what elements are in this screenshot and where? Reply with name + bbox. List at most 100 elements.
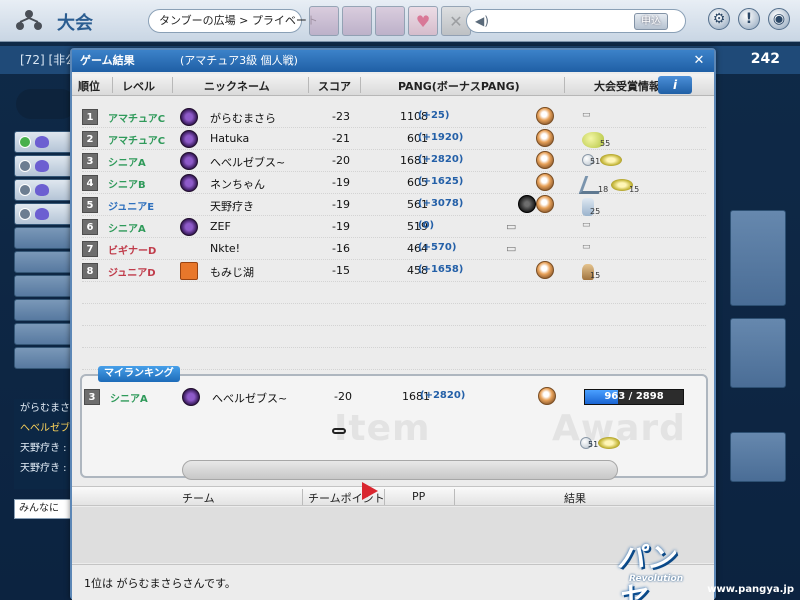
award-info[interactable]: 51 xyxy=(582,154,623,166)
settings-icon[interactable]: ⚙ xyxy=(708,8,730,30)
top-bar: 大会 タンブーの広場 > プライベート ♥ ✕ ◀) 申込 ⚙ ! ◉ xyxy=(0,0,800,42)
award-info[interactable]: ▭ xyxy=(582,242,591,252)
award-info[interactable]: 25 xyxy=(582,198,600,216)
alert-icon[interactable]: ! xyxy=(738,8,760,30)
status-icon xyxy=(19,136,31,148)
no-award-icon: ▭ xyxy=(582,110,591,120)
player-slot[interactable] xyxy=(14,155,74,177)
ring-icon xyxy=(600,154,623,166)
level-label: アマチュアC xyxy=(108,136,166,147)
result-table-header: 順位 レベル ニックネーム スコア PANG(ボーナスPANG) 大会受賞情報 … xyxy=(72,74,714,96)
mascot-icon xyxy=(536,261,554,279)
col-result: 結果 xyxy=(564,492,586,505)
bonus-pang: (+1920) xyxy=(418,132,464,143)
score: -15 xyxy=(332,264,350,277)
col-team: チーム xyxy=(182,492,215,505)
table-row[interactable]: 3 シニアA へべルゼブス~ -20 1681 (+2820) 51 xyxy=(82,150,706,172)
score: -19 xyxy=(332,220,350,233)
bonus-pang: (+3078) xyxy=(418,198,464,209)
player-slot[interactable] xyxy=(14,251,74,273)
nickname: がらむまさら xyxy=(210,112,276,125)
tournament-icon[interactable] xyxy=(14,9,44,33)
nickname: へべルゼブス~ xyxy=(212,392,288,405)
logo-subtext: Revolution xyxy=(629,574,684,584)
bonus-pang: (+2820) xyxy=(420,390,466,401)
table-row[interactable]: 6 シニアA ZEF -19 519 (0) ▭ ▭ xyxy=(82,216,706,238)
avatar[interactable] xyxy=(309,6,339,36)
player-slot[interactable] xyxy=(14,179,74,201)
table-row[interactable]: 1 アマチュアC がらむまさら -23 1108 (+25) ▭ xyxy=(82,106,706,128)
award-item[interactable]: 51 xyxy=(580,436,621,449)
rank-badge: 3 xyxy=(84,389,100,405)
award-count: 15 xyxy=(629,185,640,194)
player-slot[interactable] xyxy=(14,299,74,321)
rank-badge: 6 xyxy=(82,219,98,235)
status-icon xyxy=(19,160,31,172)
game-result-dialog: ゲーム結果 (アマチュア3級 個人戦) ✕ 順位 レベル ニックネーム スコア … xyxy=(70,48,716,600)
bonus-pang: (+1658) xyxy=(418,264,464,275)
player-slot[interactable] xyxy=(14,275,74,297)
guild-emblem-icon xyxy=(180,174,198,192)
table-row[interactable]: 4 シニアB ネンちゃん -19 605 (+1625) 18 15 xyxy=(82,172,706,194)
info-button[interactable]: i xyxy=(658,76,692,94)
item-section-label: Item xyxy=(334,408,431,449)
bonus-pang: (+25) xyxy=(418,110,450,121)
award-info[interactable]: ▭ xyxy=(582,110,591,120)
rank-badge: 2 xyxy=(82,131,98,147)
table-row[interactable]: 8 ジュニアD もみじ湖 -15 458 (+1658) 15 xyxy=(82,260,706,282)
level-label: シニアA xyxy=(108,158,146,169)
award-count: 25 xyxy=(590,207,601,216)
player-slot[interactable] xyxy=(14,227,74,249)
table-row[interactable]: 5 ジュニアE 天野疗き -19 561 (+3078) 25 xyxy=(82,194,706,216)
speaker-icon: ◀) xyxy=(475,14,489,28)
team-table-header: チーム チームポイント PP 結果 xyxy=(72,486,714,506)
award-info[interactable]: 18 15 xyxy=(578,176,640,194)
player-slot[interactable] xyxy=(14,203,74,225)
avatar[interactable] xyxy=(375,6,405,36)
score: -20 xyxy=(334,390,352,403)
player-icon xyxy=(35,160,49,172)
award-count: 51 xyxy=(588,440,599,449)
level-label: シニアA xyxy=(108,224,146,235)
status-icon xyxy=(19,208,31,220)
bonus-pang: (+2820) xyxy=(418,154,464,165)
chat-line: へべルゼブ xyxy=(20,423,70,434)
col-level: レベル xyxy=(122,80,155,93)
empty-row xyxy=(82,282,706,304)
options-icon[interactable]: ◉ xyxy=(768,8,790,30)
level-label: ビギナーD xyxy=(108,246,157,257)
lobby-panel xyxy=(730,210,786,306)
my-ranking-row: 3 シニアA へべルゼブス~ -20 1681 (+2820) 963 / 28… xyxy=(82,386,706,408)
lobby-title: 大会 xyxy=(57,13,93,34)
level-label: シニアA xyxy=(110,394,148,405)
table-row[interactable]: 2 アマチュアC Hatuka -21 601 (+1920) 55 xyxy=(82,128,706,150)
score: -21 xyxy=(332,132,350,145)
apply-button[interactable]: 申込 xyxy=(634,13,668,30)
horizontal-scrollbar[interactable] xyxy=(182,460,618,480)
empty-mascot-icon: ▭ xyxy=(506,242,517,255)
award-info[interactable]: 15 xyxy=(582,264,600,280)
player-icon xyxy=(35,184,49,196)
status-icon xyxy=(19,184,31,196)
player-slot[interactable] xyxy=(14,347,74,369)
heart-icon[interactable]: ♥ xyxy=(408,6,438,36)
level-label: シニアB xyxy=(108,180,146,191)
player-slot[interactable] xyxy=(14,323,74,345)
player-slot[interactable] xyxy=(14,131,74,153)
chat-target-select[interactable]: みんなに xyxy=(14,499,72,519)
lobby-panel xyxy=(730,432,786,482)
award-info[interactable]: ▭ xyxy=(582,220,591,230)
close-icon[interactable]: ✕ xyxy=(690,52,708,69)
award-info[interactable]: 55 xyxy=(582,132,610,148)
result-table: 1 アマチュアC がらむまさら -23 1108 (+25) ▭ 2 アマチュアC Hatuka -… xyxy=(82,106,706,370)
mouse-cursor xyxy=(362,482,378,500)
guild-emblem-icon xyxy=(180,218,198,236)
nickname: Nkte! xyxy=(210,242,241,255)
breadcrumb[interactable]: タンブーの広場 > プライベート xyxy=(148,9,318,33)
avatar[interactable] xyxy=(342,6,372,36)
guild-emblem-icon xyxy=(180,130,198,148)
mascot-icon xyxy=(536,173,554,191)
megaphone-field[interactable]: ◀) 申込 xyxy=(466,9,686,33)
table-row[interactable]: 7 ビギナーD Nkte! -16 464 (+570) ▭ ▭ xyxy=(82,238,706,260)
dialog-title: ゲーム結果 xyxy=(80,54,135,67)
